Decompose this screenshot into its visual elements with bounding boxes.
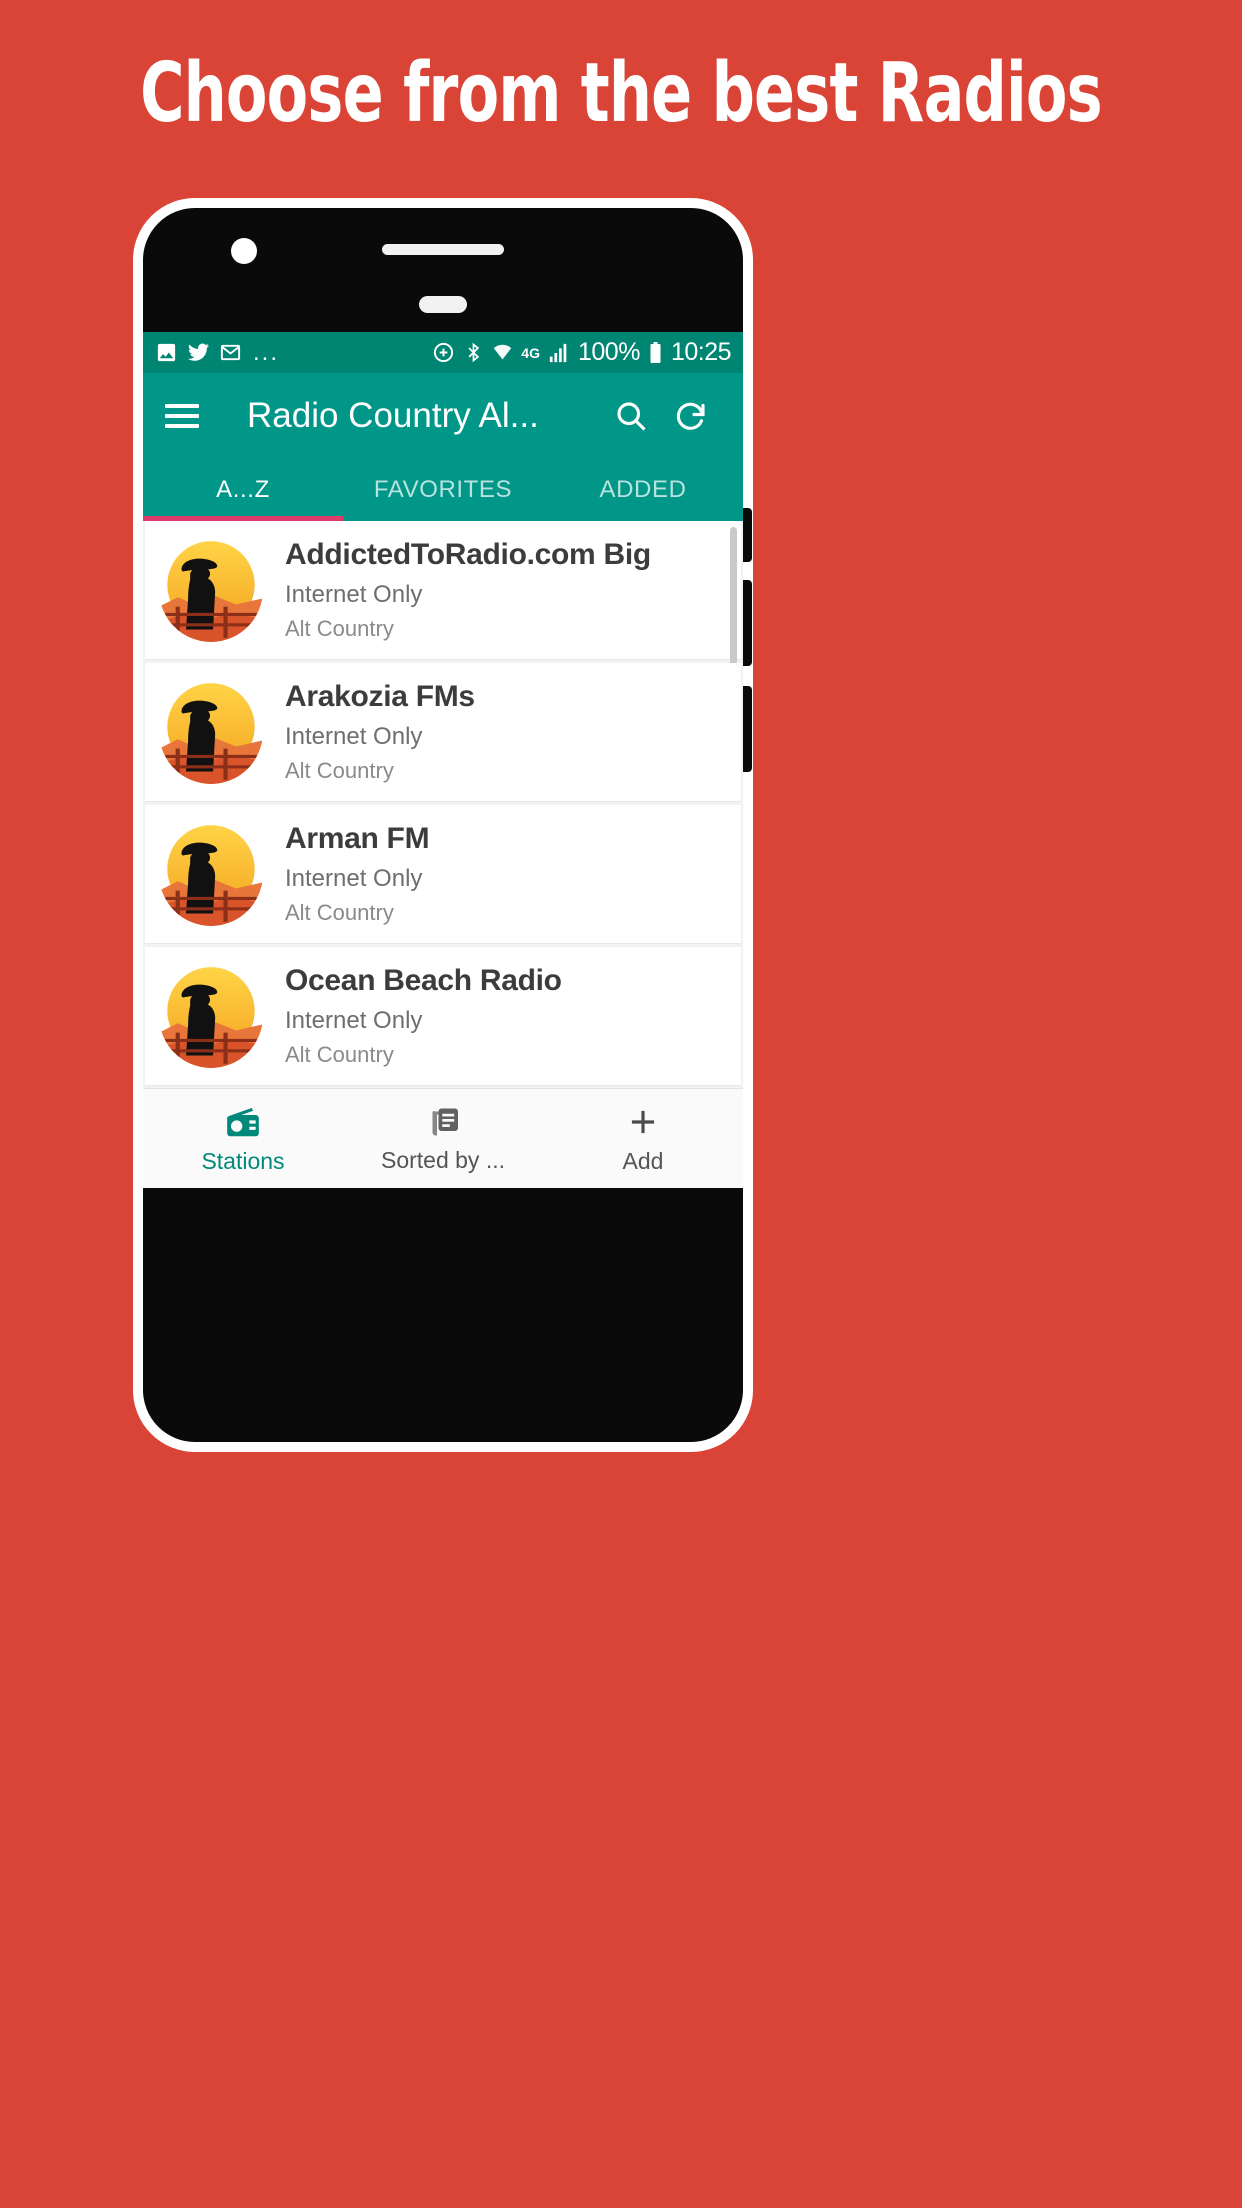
station-title: Arman FM bbox=[285, 822, 430, 855]
station-thumbnail bbox=[159, 680, 263, 784]
bottom-nav-label: Add bbox=[622, 1147, 664, 1174]
location-add-icon bbox=[434, 342, 454, 363]
radio-icon bbox=[227, 1107, 259, 1136]
station-genre: Alt Country bbox=[285, 1042, 394, 1067]
cowboy-sunset-icon bbox=[159, 822, 263, 926]
phone-side-button-2 bbox=[743, 580, 752, 666]
search-icon bbox=[617, 402, 646, 431]
list-item[interactable]: Arman FM Internet Only Alt Country bbox=[145, 805, 741, 944]
list-item-text: Ocean Beach Radio Internet Only Alt Coun… bbox=[285, 964, 562, 1068]
station-list[interactable]: AddictedToRadio.com Big Internet Only Al… bbox=[143, 521, 743, 1152]
station-title: Ocean Beach Radio bbox=[285, 964, 562, 997]
signal-bars-icon bbox=[549, 343, 567, 362]
station-title: Arakozia FMs bbox=[285, 680, 475, 713]
bottom-navigation: Stations Sorted by ... Add bbox=[143, 1088, 743, 1188]
hamburger-menu-icon[interactable] bbox=[165, 404, 199, 428]
cowboy-sunset-icon bbox=[159, 538, 263, 642]
twitter-icon bbox=[187, 343, 210, 361]
gmail-icon bbox=[220, 344, 241, 361]
front-camera-icon bbox=[231, 238, 257, 264]
station-genre: Alt Country bbox=[285, 758, 394, 783]
phone-side-button-3 bbox=[743, 686, 752, 772]
station-title: AddictedToRadio.com Big bbox=[285, 538, 651, 571]
page-title: Choose from the best Radios bbox=[140, 46, 1103, 141]
earpiece-speaker bbox=[382, 244, 504, 255]
list-item[interactable]: Ocean Beach Radio Internet Only Alt Coun… bbox=[145, 947, 741, 1086]
station-subtitle: Internet Only bbox=[285, 1007, 423, 1034]
image-icon bbox=[157, 343, 176, 362]
bluetooth-icon bbox=[468, 342, 480, 363]
station-thumbnail bbox=[159, 538, 263, 642]
app-bar-title: Radio Country Al... bbox=[247, 396, 539, 435]
refresh-button[interactable] bbox=[661, 398, 721, 434]
phone-screen: ... 4G 100% 10:25 Radio Country Al... A.… bbox=[143, 332, 743, 1188]
list-item[interactable]: AddictedToRadio.com Big Internet Only Al… bbox=[145, 521, 741, 667]
phone-mockup: ... 4G 100% 10:25 Radio Country Al... A.… bbox=[133, 198, 753, 1452]
station-thumbnail bbox=[159, 822, 263, 926]
station-genre: Alt Country bbox=[285, 900, 394, 925]
bottom-nav-label: Sorted by ... bbox=[380, 1146, 505, 1173]
station-genre: Alt Country bbox=[285, 616, 394, 641]
bottom-nav-add[interactable]: Add bbox=[543, 1089, 743, 1188]
plus-icon bbox=[631, 1110, 655, 1133]
list-item-text: Arman FM Internet Only Alt Country bbox=[285, 822, 429, 926]
battery-percent-label: 100% bbox=[577, 338, 640, 366]
clock-label: 10:25 bbox=[670, 338, 732, 366]
sensor-slot bbox=[419, 296, 467, 313]
phone-side-button-1 bbox=[743, 508, 752, 562]
list-item-text: Arakozia FMs Internet Only Alt Country bbox=[285, 680, 475, 784]
status-bar-system: 4G 100% 10:25 bbox=[432, 338, 732, 367]
list-item-text: AddictedToRadio.com Big Internet Only Al… bbox=[285, 538, 651, 642]
sort-list-icon bbox=[432, 1108, 458, 1135]
tab-a-z[interactable]: A...Z bbox=[143, 459, 343, 521]
battery-full-icon bbox=[650, 341, 661, 363]
tab-bar: A...Z FAVORITES ADDED bbox=[143, 459, 743, 521]
bottom-nav-stations[interactable]: Stations bbox=[143, 1089, 343, 1188]
tab-added[interactable]: ADDED bbox=[543, 459, 743, 521]
list-scrollbar[interactable] bbox=[730, 527, 737, 667]
app-bar: Radio Country Al... bbox=[143, 373, 743, 459]
station-subtitle: Internet Only bbox=[285, 865, 423, 892]
station-thumbnail bbox=[159, 964, 263, 1068]
cowboy-sunset-icon bbox=[159, 680, 263, 784]
search-button[interactable] bbox=[601, 398, 661, 434]
status-bar: ... 4G 100% 10:25 bbox=[143, 332, 743, 373]
list-item[interactable]: Arakozia FMs Internet Only Alt Country bbox=[145, 663, 741, 802]
refresh-icon bbox=[676, 402, 705, 430]
wifi-icon bbox=[494, 344, 512, 360]
cowboy-sunset-icon bbox=[159, 964, 263, 1068]
station-subtitle: Internet Only bbox=[285, 581, 423, 608]
status-overflow-dots: ... bbox=[253, 338, 280, 366]
tab-favorites[interactable]: FAVORITES bbox=[343, 459, 543, 521]
network-type-label: 4G bbox=[521, 344, 540, 361]
station-subtitle: Internet Only bbox=[285, 723, 423, 750]
bottom-nav-sorted-by[interactable]: Sorted by ... bbox=[343, 1089, 543, 1188]
bottom-nav-label: Stations bbox=[201, 1147, 285, 1174]
status-bar-notifications: ... bbox=[155, 338, 280, 366]
